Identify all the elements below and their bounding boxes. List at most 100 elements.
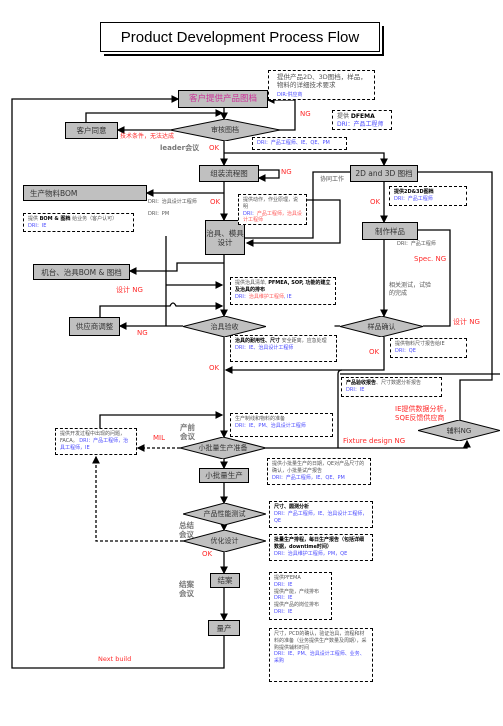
node-material-bom[interactable]: 生产物料BOM (23, 185, 147, 201)
node-machine-bom[interactable]: 机台、治具BOM & 图档 (33, 264, 130, 280)
note-bold: 提供2D&3D图档 (394, 189, 434, 195)
cowork-label: 协同工作 (320, 176, 345, 183)
note-text: 提供治具清单, (235, 280, 269, 286)
summary-meeting-label: 总结会议 (179, 521, 194, 539)
note-text: 提供物料尺寸报告给IE (395, 341, 445, 347)
ok-label: OK (209, 144, 220, 152)
ok-label: OK (202, 550, 213, 558)
note-dri: DRI：产品工程师，IE、治具设计工程师，QE (274, 510, 368, 524)
note-dri: DRI：IE、PM、治具设计工程师、业务、采购 (274, 651, 365, 664)
decision-label: 治具验收 (210, 322, 239, 331)
note-dri: DRI：产品工程师 (337, 121, 384, 129)
node-close-case[interactable]: 结案 (210, 573, 240, 588)
note-bold: 尺寸、圆测分析 (274, 504, 310, 510)
design-ng-label: 设计 NG (453, 318, 480, 326)
decision-label: 小批量生产准备 (198, 444, 248, 452)
ng-label: NG (137, 329, 148, 337)
mil-label: MIL (153, 434, 166, 442)
node-assembly-flow[interactable]: 组装流程图 (199, 165, 259, 182)
note-dri: DRI：IE (274, 595, 293, 602)
ng-label: NG (300, 110, 311, 118)
decision-label: 产品性能测试 (203, 510, 246, 518)
note-pfmea: 提供治具清单, PFMEA, SOP, 功能的建立及治具的排布 DRI：治具维护工… (230, 277, 336, 305)
note-bold: 治具的耐用性、尺寸 (235, 338, 281, 344)
note-review-dri: DRI：产品工程师、IE、QE、PM (252, 137, 347, 150)
note-fixture-check: 治具的耐用性、尺寸 安全距离，应急处理 DRI：IE、治具设计工程师 (230, 335, 337, 362)
note-text: 提供小批量生产的日期，QE对产品尺寸的确认，小批量试产报告 (272, 461, 365, 474)
note-pilot: 提供小批量生产的日期，QE对产品尺寸的确认，小批量试产报告 DRI：产品工程师，I… (267, 458, 371, 485)
ok-label: OK (369, 348, 380, 356)
note-issues: 提供开发过程中出现的问题，FACA。 DRI：产品工程师，治具工程师，IE (55, 428, 137, 455)
note-dri: DRI：IE (346, 386, 365, 393)
node-mass-production[interactable]: 量产 (208, 620, 240, 636)
note-pcd: 尺寸，PCD的确认，验证治具，流程和材料的准备（业务提供生产数量及周期），采购提… (269, 628, 373, 682)
note-text: 安全距离，应急处理 (280, 338, 327, 344)
note-text: 提供产品2D、3D图档，样品，物料的详细技术要求 (277, 73, 367, 90)
node-make-sample[interactable]: 制作样品 (362, 222, 418, 240)
note-dri: DRI：IE、治具设计工程师 (235, 344, 294, 351)
note-dimension: 尺寸、圆测分析 DRI：产品工程师，IE、治具设计工程师，QE (269, 501, 373, 528)
decision-optimize-design[interactable]: 优化设计 (183, 530, 266, 552)
node-fixture-design[interactable]: 治具、模具设计 (205, 220, 245, 255)
note-dri: DRI：IE (274, 581, 293, 588)
note-line-prep: 生产制线和物料的准备 DRI：IE、PM、治具设计工程师 (230, 413, 333, 437)
note-dri: DRI：产品工程师、IE、QE、PM (257, 140, 330, 146)
decision-sample-confirm[interactable]: 样品确认 (340, 316, 423, 337)
note-text: 提供动作，作业原理，说明 (243, 197, 299, 210)
note-dri: DRI：产品工程师 (394, 195, 433, 202)
note-text: 生产制线和物料的准备 (235, 416, 286, 422)
note-text: 、尺寸数据分析报告 (376, 380, 422, 386)
design-ng-label: 设计 NG (116, 286, 143, 294)
note-text: 给业务（客户认可） (70, 216, 118, 222)
note-dri: DRI：治具维护工程师，PM，QE (274, 550, 348, 557)
process-flow-diagram: Product Development Process Flow 客户提供产品图… (0, 0, 503, 726)
fixture-design-ng-label: Fixture design NG (343, 437, 406, 445)
node-customer-drawings[interactable]: 客户提供产品图档 (178, 90, 268, 108)
note-text: 提供产能，产线排布 (274, 588, 320, 595)
dri-label: DRI：治具设计工程师 (148, 199, 197, 205)
tech-fail-label: 技术条件，无法达成 (120, 133, 175, 140)
note-dri: , IE (283, 293, 292, 300)
note-dri: DRI：IE (28, 222, 47, 229)
node-supplier-adjust[interactable]: 供应商调整 (69, 317, 120, 336)
next-build-label: Next build (98, 655, 132, 663)
note-dri: DRI： (235, 293, 249, 300)
note-dri: DRI：产品工程师，IE、QE、PM (272, 474, 345, 481)
note-dfema: 提供 DFEMA DRI：产品工程师 (332, 110, 392, 130)
note-material-report: 提供物料尺寸报告给IE DRI：QE (390, 338, 467, 358)
node-2d3d-drawings[interactable]: 2D and 3D 图档 (350, 165, 418, 182)
note-bold: 批量生产排程，每日生产报告（包括详细数据，downtime时间） (274, 537, 365, 550)
page-title: Product Development Process Flow (100, 22, 384, 56)
note-dri: DRI：IE (274, 608, 293, 615)
decision-label: 辅料NG (446, 426, 472, 435)
decision-label: 优化设计 (210, 537, 239, 545)
connector-lines (11, 95, 500, 669)
node-customer-agree[interactable]: 客户同意 (65, 122, 118, 139)
note-text: 提供PFEMA (274, 575, 301, 581)
ok-label: OK (210, 198, 221, 206)
note-dri: DRI： (243, 210, 257, 217)
note-dri: DRI：QE (395, 347, 416, 354)
note-schedule: 批量生产排程，每日生产报告（包括详细数据，downtime时间） DRI：治具维护… (269, 534, 373, 561)
note-customer-provide: 提供产品2D、3D图档，样品，物料的详细技术要求 DIR:供应商 (268, 70, 375, 100)
ie-analysis-label: IE提供数据分析，SQE反馈供应商 (395, 405, 451, 423)
note-text: 尺寸，PCD的确认，验证治具，流程和材料的准备（业务提供生产数量及周期），采购提… (274, 631, 367, 651)
ok-label: OK (209, 364, 220, 372)
note-2d3d: 提供2D&3D图档 DRI：产品工程师 (389, 186, 467, 206)
decision-label: 样品确认 (367, 322, 396, 331)
note-text: 提供 (28, 216, 40, 222)
note-pfema: 提供PFEMA DRI：IE 提供产能，产线排布 DRI：IE 提供产品的岗位排布 DRI… (269, 572, 332, 620)
note-dri-names: 治具维护工程师 (248, 293, 284, 300)
node-pilot-run[interactable]: 小批量生产 (199, 468, 249, 483)
note-acceptance-report: 产品验收报告、尺寸数据分析报告 DRI：IE (341, 377, 442, 397)
leader-meeting-label: leader会议 (160, 144, 200, 152)
note-bom: 提供 BOM & 图档 给业务（客户认可） DRI：IE (23, 213, 134, 232)
tests-label: 相关测试，试验的完成 (389, 282, 432, 298)
ng-label: NG (281, 168, 292, 176)
spec-ng-label: Spec. NG (414, 255, 447, 263)
dri-label: DRI：PM (148, 211, 170, 217)
note-text: 提供 (337, 113, 351, 120)
note-bold: BOM & 图档 (39, 216, 71, 222)
decision-fixture-acceptance[interactable]: 治具验收 (183, 316, 266, 337)
decision-performance-test[interactable]: 产品性能测试 (183, 503, 266, 525)
